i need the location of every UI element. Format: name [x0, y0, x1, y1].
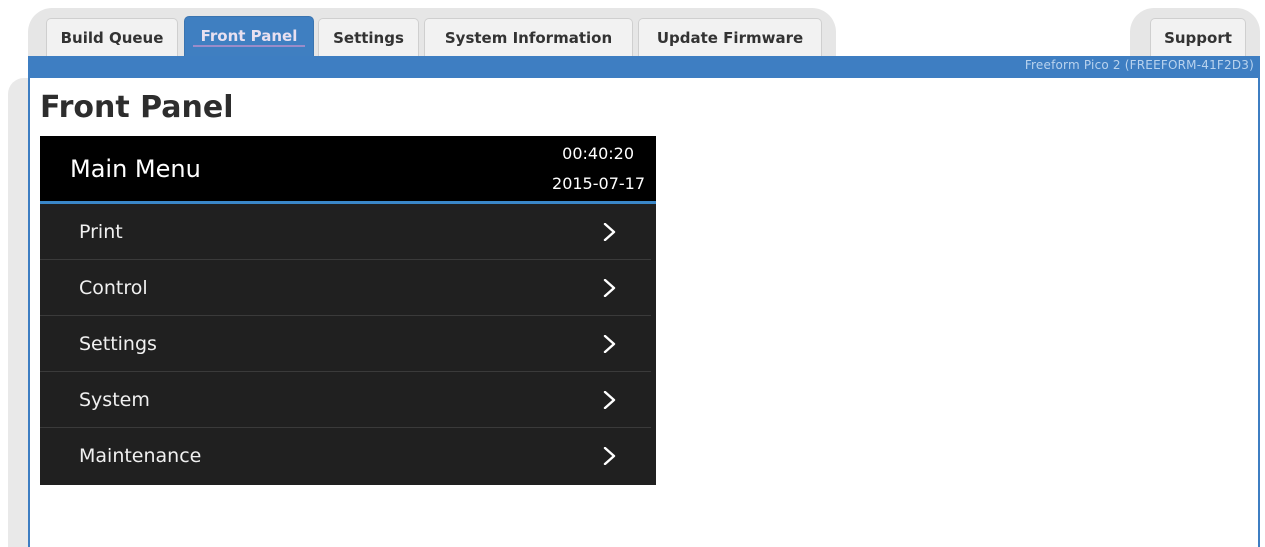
panel-title: Main Menu: [70, 155, 201, 183]
tab-front-panel[interactable]: Front Panel: [184, 16, 314, 56]
chevron-right-icon: [603, 447, 616, 465]
menu-item-label: Control: [79, 277, 148, 299]
menu-item-label: Settings: [79, 333, 157, 355]
menu-item-settings[interactable]: Settings: [40, 316, 651, 372]
panel-time: 00:40:20: [562, 144, 634, 163]
left-shade: [8, 78, 28, 547]
device-label: Freeform Pico 2 (FREEFORM-41F2D3): [1024, 58, 1254, 72]
menu-item-label: System: [79, 389, 150, 411]
chevron-right-icon: [603, 279, 616, 297]
tab-update-firmware[interactable]: Update Firmware: [638, 18, 822, 56]
menu-item-label: Maintenance: [79, 445, 202, 467]
tab-system-information[interactable]: System Information: [424, 18, 633, 56]
main-menu: Print Control Settings System Maintenanc…: [40, 204, 656, 484]
tab-settings[interactable]: Settings: [318, 18, 419, 56]
menu-item-system[interactable]: System: [40, 372, 651, 428]
front-panel-display: Main Menu 00:40:20 2015-07-17 Print Cont…: [40, 136, 656, 485]
menu-item-label: Print: [79, 221, 123, 243]
chevron-right-icon: [603, 223, 616, 241]
tab-build-queue[interactable]: Build Queue: [46, 18, 178, 56]
panel-header: Main Menu 00:40:20 2015-07-17: [40, 136, 656, 204]
page-title: Front Panel: [40, 90, 234, 125]
panel-date: 2015-07-17: [552, 174, 645, 193]
menu-item-control[interactable]: Control: [40, 260, 651, 316]
menu-item-maintenance[interactable]: Maintenance: [40, 428, 651, 484]
page: Build Queue Front Panel Settings System …: [0, 0, 1265, 547]
device-header-bar: Freeform Pico 2 (FREEFORM-41F2D3): [28, 56, 1260, 78]
tab-support[interactable]: Support: [1150, 18, 1246, 56]
menu-item-print[interactable]: Print: [40, 204, 651, 260]
chevron-right-icon: [603, 391, 616, 409]
chevron-right-icon: [603, 335, 616, 353]
